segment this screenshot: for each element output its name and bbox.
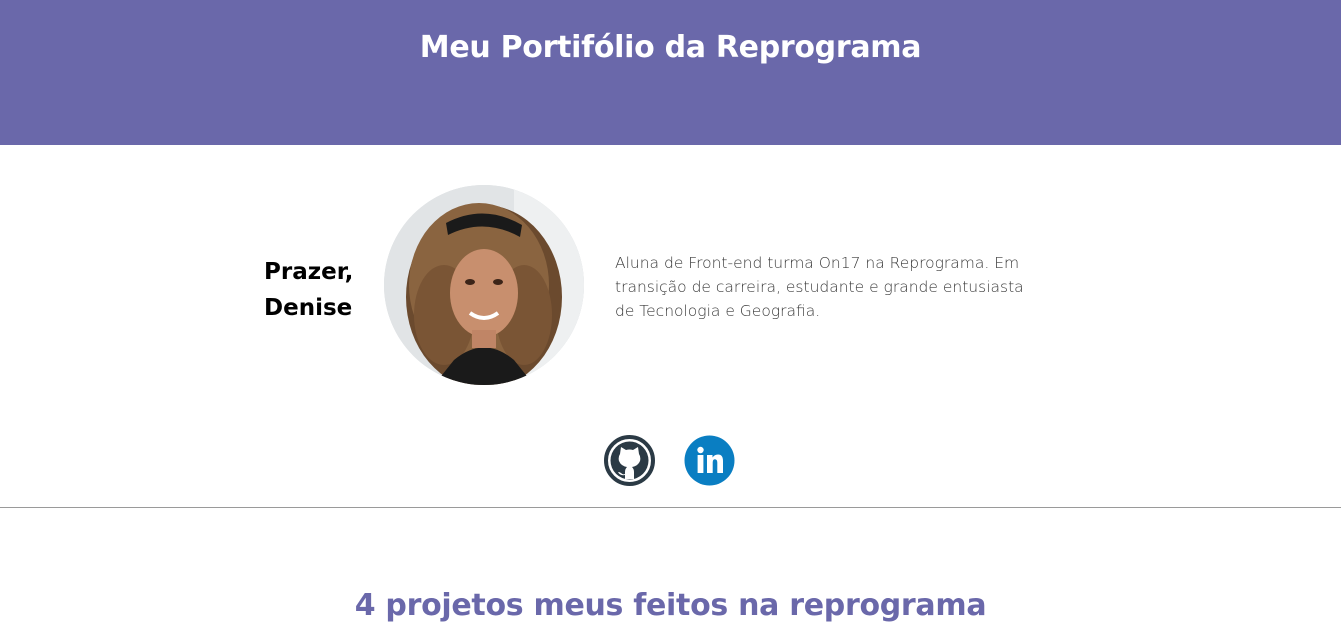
linkedin-icon [684,435,735,486]
github-link[interactable] [604,435,655,486]
projects-heading: 4 projetos meus feitos na reprograma [354,588,987,623]
greeting-line-1: Prazer, [264,259,354,285]
page-header: Meu Portifólio da Reprograma [0,0,1341,145]
avatar [384,185,584,385]
bio-text: Aluna de Front-end turma On17 na Reprogr… [615,254,1024,320]
page-title: Meu Portifólio da Reprograma [419,30,922,65]
greeting: Prazer, Denise [264,254,374,326]
greeting-name: Denise [264,295,353,321]
linkedin-link[interactable] [684,435,735,486]
github-icon [604,435,655,486]
avatar-photo [384,185,584,385]
section-divider [0,507,1341,508]
